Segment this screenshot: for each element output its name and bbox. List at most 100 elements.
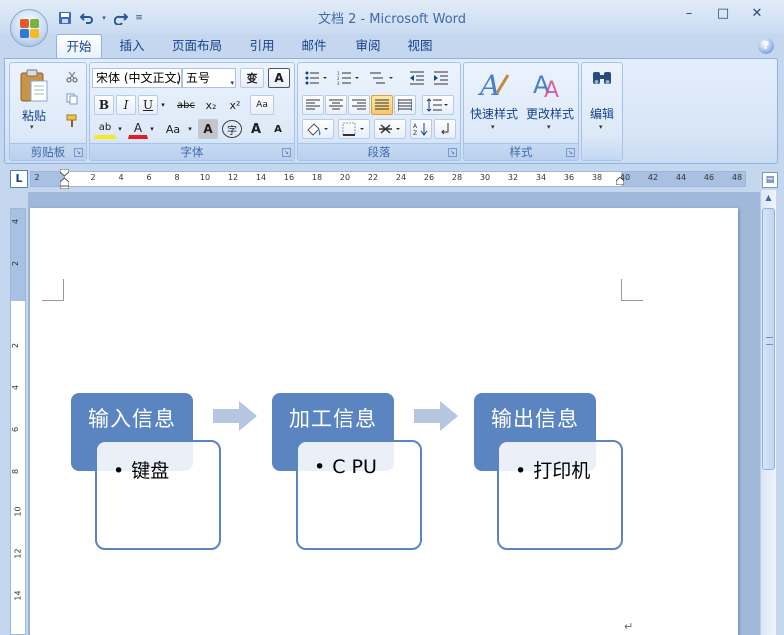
numbering-icon[interactable]: 123 bbox=[334, 68, 364, 88]
styles-launcher-icon[interactable]: ↘ bbox=[566, 148, 575, 157]
document-area[interactable]: 输入信息 键盘 加工信息 C PU 输出信息 打印机 bbox=[28, 192, 760, 635]
distributed-icon[interactable] bbox=[394, 95, 416, 115]
minimize-button[interactable]: – bbox=[676, 6, 702, 26]
align-right-icon[interactable] bbox=[348, 95, 370, 115]
borders-icon[interactable] bbox=[338, 119, 370, 139]
shrink-font-button[interactable]: A bbox=[268, 119, 288, 139]
change-styles-button[interactable]: A A 更改样式 ▾ bbox=[522, 67, 578, 139]
decrease-indent-icon[interactable] bbox=[406, 68, 428, 88]
quick-styles-label: 快速样式 bbox=[469, 107, 518, 121]
align-center-icon[interactable] bbox=[325, 95, 347, 115]
tab-view[interactable]: 视图 bbox=[398, 34, 442, 58]
font-color-dropdown-icon[interactable]: ▾ bbox=[148, 119, 156, 139]
ruler-number: 6 bbox=[146, 173, 152, 182]
clipboard-launcher-icon[interactable]: ↘ bbox=[74, 148, 83, 157]
strikethrough-button[interactable]: abc bbox=[174, 95, 198, 115]
tab-selector[interactable]: L bbox=[10, 170, 28, 188]
horizontal-ruler[interactable]: 2 2 4 6 8 10 12 14 16 18 20 22 24 26 28 … bbox=[30, 171, 746, 187]
scroll-up-icon[interactable]: ▲ bbox=[761, 190, 776, 206]
vertical-ruler[interactable]: 4 2 2 4 6 8 10 12 14 bbox=[10, 208, 26, 635]
ruler-number: 48 bbox=[731, 173, 743, 182]
clear-formatting-button[interactable]: Aa bbox=[250, 95, 274, 115]
paragraph-group-label: 段落 bbox=[298, 143, 460, 160]
underline-button[interactable]: U bbox=[138, 95, 158, 115]
close-button[interactable]: ✕ bbox=[744, 6, 770, 26]
first-line-indent-icon[interactable] bbox=[60, 169, 69, 189]
grow-font-button[interactable]: A bbox=[246, 119, 266, 139]
ruler-number: 42 bbox=[647, 173, 659, 182]
tab-page-layout[interactable]: 页面布局 bbox=[164, 34, 230, 58]
view-ruler-icon[interactable]: ▤ bbox=[762, 172, 778, 188]
subscript-button[interactable]: x₂ bbox=[200, 95, 222, 115]
increase-indent-icon[interactable] bbox=[430, 68, 452, 88]
multilevel-list-icon[interactable] bbox=[366, 68, 398, 88]
align-left-icon[interactable] bbox=[302, 95, 324, 115]
tab-review[interactable]: 审阅 bbox=[346, 34, 390, 58]
italic-button[interactable]: I bbox=[116, 95, 136, 115]
sort-icon[interactable]: AZ bbox=[410, 119, 432, 139]
show-hide-marks-icon[interactable] bbox=[434, 119, 456, 139]
clipboard-group: 粘贴 ▾ 剪贴板 ↘ bbox=[9, 62, 87, 161]
bold-button[interactable]: B bbox=[94, 95, 114, 115]
ruler-number: 16 bbox=[283, 173, 295, 182]
tab-home[interactable]: 开始 bbox=[56, 34, 102, 58]
font-group: 宋体 (中文正文) ▾ 五号 ▾ 变 A B I U ▾ abc x₂ x² A… bbox=[89, 62, 295, 161]
ruler-number: 14 bbox=[13, 590, 23, 601]
editing-button[interactable]: 编辑 ▾ bbox=[584, 67, 620, 139]
editing-label: 编辑 bbox=[589, 107, 614, 121]
crop-mark bbox=[42, 279, 64, 301]
bullets-icon[interactable] bbox=[302, 68, 332, 88]
tab-references[interactable]: 引用 bbox=[240, 34, 284, 58]
maximize-button[interactable]: □ bbox=[710, 6, 736, 26]
tab-insert[interactable]: 插入 bbox=[110, 34, 154, 58]
change-case-button[interactable]: Aa bbox=[160, 119, 186, 139]
change-styles-label: 更改样式 bbox=[525, 107, 574, 121]
smartart-item: C PU bbox=[314, 456, 377, 478]
copy-icon[interactable] bbox=[62, 89, 82, 109]
phonetic-guide-button[interactable]: 变 bbox=[240, 68, 264, 88]
tab-mailings[interactable]: 邮件 bbox=[292, 34, 336, 58]
shading-icon[interactable] bbox=[302, 119, 334, 139]
line-spacing-icon[interactable] bbox=[422, 95, 454, 115]
format-painter-icon[interactable] bbox=[62, 111, 82, 131]
enclose-characters-button[interactable]: 字 bbox=[222, 120, 242, 138]
smartart-body[interactable]: 打印机 bbox=[497, 440, 623, 550]
font-name-combo[interactable]: 宋体 (中文正文) ▾ bbox=[92, 68, 182, 88]
chevron-down-icon: ▾ bbox=[547, 123, 551, 131]
right-indent-icon[interactable] bbox=[616, 177, 624, 185]
scroll-thumb[interactable] bbox=[762, 208, 775, 470]
change-case-dropdown-icon[interactable]: ▾ bbox=[186, 119, 194, 139]
ruler-number: 2 bbox=[11, 260, 21, 267]
paste-button[interactable]: 粘贴 ▾ bbox=[16, 67, 52, 131]
help-icon[interactable]: ? bbox=[758, 38, 774, 54]
font-color-button[interactable]: A bbox=[128, 119, 148, 139]
highlight-button[interactable]: ab bbox=[94, 119, 116, 139]
paste-icon bbox=[20, 69, 48, 102]
ruler-number: 22 bbox=[367, 173, 379, 182]
ruler-number: 4 bbox=[118, 173, 124, 182]
arrow-right-icon bbox=[213, 401, 257, 431]
document-page[interactable]: 输入信息 键盘 加工信息 C PU 输出信息 打印机 bbox=[30, 208, 738, 635]
paragraph-launcher-icon[interactable]: ↘ bbox=[448, 148, 457, 157]
character-border-button[interactable]: A bbox=[268, 68, 290, 88]
underline-dropdown-icon[interactable]: ▾ bbox=[158, 95, 168, 115]
ruler-number: 8 bbox=[11, 468, 21, 475]
smartart-body[interactable]: C PU bbox=[296, 440, 422, 550]
highlight-dropdown-icon[interactable]: ▾ bbox=[116, 119, 124, 139]
smartart-header-text: 加工信息 bbox=[289, 407, 377, 431]
cut-icon[interactable] bbox=[62, 67, 82, 87]
vertical-scrollbar[interactable]: ▲ bbox=[760, 190, 776, 635]
justify-icon[interactable] bbox=[371, 95, 393, 115]
character-shading-button[interactable]: A bbox=[198, 119, 218, 139]
paste-dropdown-icon: ▾ bbox=[30, 123, 34, 131]
ribbon: 粘贴 ▾ 剪贴板 ↘ 宋体 (中文正文) ▾ 五号 ▾ 变 A B I U ▾ … bbox=[4, 58, 778, 164]
font-launcher-icon[interactable]: ↘ bbox=[282, 148, 291, 157]
office-logo-icon bbox=[20, 19, 40, 39]
superscript-button[interactable]: x² bbox=[224, 95, 246, 115]
chinese-layout-icon[interactable] bbox=[374, 119, 406, 139]
font-size-combo[interactable]: 五号 ▾ bbox=[182, 68, 236, 88]
ruler-number: 26 bbox=[423, 173, 435, 182]
quick-styles-button[interactable]: A 快速样式 ▾ bbox=[468, 67, 520, 139]
office-button[interactable] bbox=[10, 9, 48, 47]
smartart-body[interactable]: 键盘 bbox=[95, 440, 221, 550]
